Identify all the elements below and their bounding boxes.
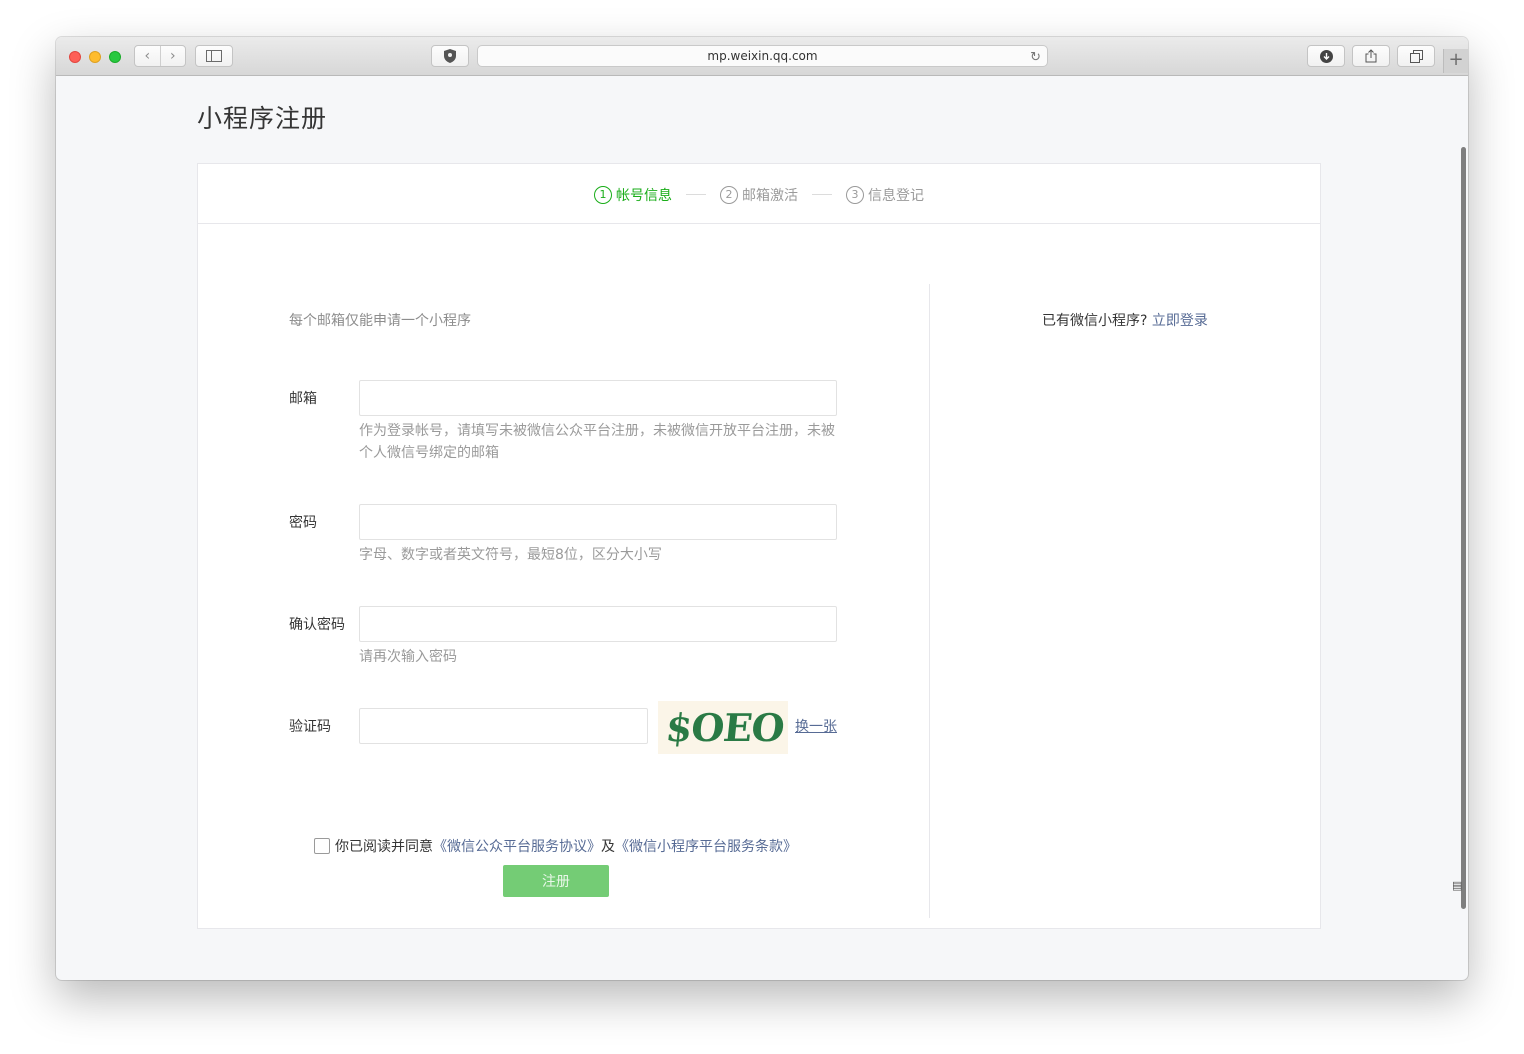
- email-tip-line2: 个人微信号绑定的邮箱: [359, 445, 499, 461]
- confirm-password-tip: 请再次输入密码: [359, 649, 457, 665]
- password-tip: 字母、数字或者英文符号，最短8位，区分大小写: [359, 547, 662, 563]
- email-tip-line1: 作为登录帐号，请填写未被微信公众平台注册，未被微信开放平台注册，未被: [359, 423, 835, 439]
- browser-toolbar: ‹ › mp.weixin.qq.com ↻ +: [56, 37, 1468, 76]
- confirm-password-field[interactable]: [359, 606, 837, 642]
- downloads-button[interactable]: [1307, 45, 1345, 67]
- service-agreement-link[interactable]: 《微信公众平台服务协议》: [433, 836, 601, 856]
- confirm-password-label: 确认密码: [289, 617, 345, 633]
- refresh-captcha-link[interactable]: 换一张: [795, 716, 837, 736]
- step-3: 3 信息登记: [846, 185, 924, 205]
- agreement-prefix: 你已阅读并同意: [335, 839, 433, 855]
- browser-window: ‹ › mp.weixin.qq.com ↻ + ▤ 小程序注册 1 帐号信息 …: [56, 37, 1468, 980]
- captcha-image-text: $OEO: [663, 705, 786, 750]
- close-window-button[interactable]: [69, 51, 81, 63]
- captcha-image[interactable]: $OEO: [658, 701, 788, 754]
- step-3-label: 信息登记: [868, 188, 924, 204]
- captcha-label: 验证码: [289, 719, 331, 735]
- password-field[interactable]: [359, 504, 837, 540]
- step-1-number: 1: [594, 186, 612, 204]
- step-1-label: 帐号信息: [616, 188, 672, 204]
- register-button[interactable]: 注册: [503, 865, 609, 897]
- minimize-window-button[interactable]: [89, 51, 101, 63]
- form-notice: 每个邮箱仅能申请一个小程序: [289, 313, 471, 329]
- sidebar-toggle-button[interactable]: [195, 45, 233, 67]
- registration-card: 1 帐号信息 2 邮箱激活 3 信息登记 每个邮箱仅能申请一个小程序 邮箱 作为…: [197, 163, 1321, 929]
- page-title: 小程序注册: [197, 104, 328, 133]
- reload-icon[interactable]: ↻: [1030, 48, 1041, 68]
- broken-image-icon: ▤: [1452, 879, 1463, 892]
- plus-icon[interactable]: +: [1443, 49, 1468, 73]
- chevron-left-icon[interactable]: ‹: [135, 46, 160, 66]
- login-prompt: 已有微信小程序?: [1042, 313, 1148, 329]
- address-bar[interactable]: mp.weixin.qq.com ↻: [477, 45, 1048, 67]
- download-icon: [1319, 49, 1333, 63]
- share-icon: [1365, 49, 1377, 63]
- login-link[interactable]: 立即登录: [1152, 313, 1208, 329]
- shield-icon: [444, 49, 456, 63]
- privacy-button[interactable]: [431, 45, 469, 67]
- login-hint: 已有微信小程序? 立即登录: [1042, 310, 1208, 330]
- step-connector: [686, 194, 706, 195]
- url-text: mp.weixin.qq.com: [707, 49, 818, 63]
- miniprogram-terms-link[interactable]: 《微信小程序平台服务条款》: [615, 836, 797, 856]
- step-2: 2 邮箱激活: [720, 185, 798, 205]
- step-indicator: 1 帐号信息 2 邮箱激活 3 信息登记: [198, 164, 1320, 224]
- vertical-scrollbar[interactable]: [1461, 147, 1466, 909]
- zoom-window-button[interactable]: [109, 51, 121, 63]
- email-label: 邮箱: [289, 391, 317, 407]
- captcha-field[interactable]: [359, 708, 648, 744]
- tabs-icon: [1409, 49, 1423, 63]
- vertical-divider: [929, 284, 930, 918]
- navigation-buttons: ‹ ›: [134, 45, 186, 67]
- email-tip: 作为登录帐号，请填写未被微信公众平台注册，未被微信开放平台注册，未被 个人微信号…: [359, 420, 839, 464]
- password-label: 密码: [289, 515, 317, 531]
- tabs-overview-button[interactable]: [1397, 45, 1435, 67]
- share-button[interactable]: [1352, 45, 1390, 67]
- chevron-right-icon[interactable]: ›: [159, 46, 186, 66]
- agreement-row: 你已阅读并同意 《微信公众平台服务协议》 及 《微信小程序平台服务条款》: [314, 836, 797, 856]
- step-3-number: 3: [846, 186, 864, 204]
- sidebar-icon: [206, 50, 222, 62]
- step-2-number: 2: [720, 186, 738, 204]
- agreement-middle: 及: [601, 839, 615, 855]
- agreement-checkbox[interactable]: [314, 838, 330, 854]
- step-2-label: 邮箱激活: [742, 188, 798, 204]
- email-field[interactable]: [359, 380, 837, 416]
- step-connector: [812, 194, 832, 195]
- step-1: 1 帐号信息: [594, 185, 672, 205]
